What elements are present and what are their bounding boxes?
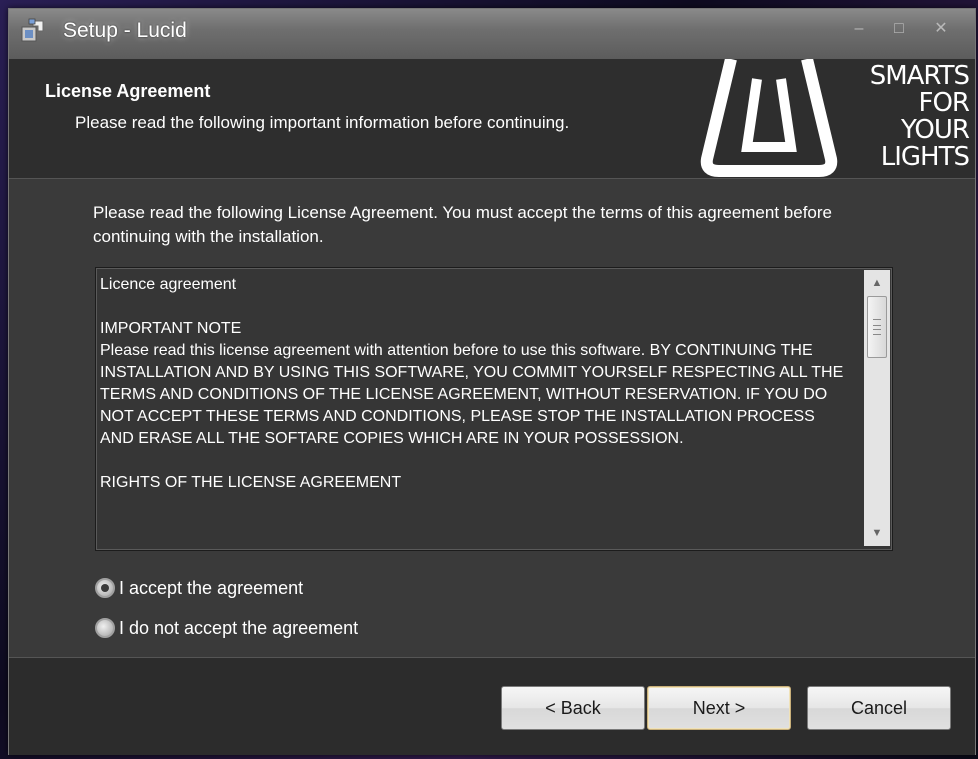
logo-line: FOR [918, 88, 971, 118]
setup-installer-icon [21, 18, 44, 42]
next-button[interactable]: Next > [647, 686, 791, 730]
license-text: Licence agreement IMPORTANT NOTE Please … [100, 276, 844, 491]
accept-label: I accept the agreement [119, 577, 304, 598]
accept-option[interactable]: I accept the agreement [95, 575, 303, 601]
scroll-up-icon[interactable]: ▲ [864, 272, 890, 294]
accept-radio[interactable] [95, 578, 115, 598]
scroll-thumb[interactable] [867, 296, 887, 358]
page-title: License Agreement [45, 81, 211, 101]
grip-icon [873, 319, 881, 335]
setup-window: Setup - Lucid – □ ✕ License Agreement Pl… [8, 8, 976, 755]
vertical-scrollbar[interactable]: ▲ ▼ [864, 270, 890, 546]
decline-option[interactable]: I do not accept the agreement [95, 615, 358, 641]
page-subtitle: Please read the following important info… [75, 113, 570, 132]
title-bar[interactable]: Setup - Lucid – □ ✕ [9, 9, 975, 59]
back-button[interactable]: < Back [501, 686, 645, 730]
lucid-logo-icon [700, 59, 838, 177]
close-icon[interactable]: ✕ [927, 19, 955, 39]
wizard-header: License Agreement Please read the follow… [9, 59, 975, 179]
logo-tagline: SMARTS FOR YOUR LIGHTS [849, 61, 971, 172]
decline-label: I do not accept the agreement [119, 617, 359, 638]
window-title: Setup - Lucid [63, 19, 187, 42]
instructions-text: Please read the following License Agreem… [93, 203, 832, 246]
maximize-icon[interactable]: □ [885, 19, 913, 39]
decline-radio[interactable] [95, 618, 115, 638]
button-bar: < Back Next > Cancel [9, 657, 975, 755]
logo-line: YOUR [900, 115, 970, 145]
scroll-down-icon[interactable]: ▼ [864, 522, 890, 544]
license-text-box[interactable]: Licence agreement IMPORTANT NOTE Please … [95, 267, 893, 551]
minimize-icon[interactable]: – [845, 19, 873, 39]
cancel-button[interactable]: Cancel [807, 686, 951, 730]
logo-line: LIGHTS [880, 142, 970, 172]
logo-line: SMARTS [869, 61, 970, 91]
